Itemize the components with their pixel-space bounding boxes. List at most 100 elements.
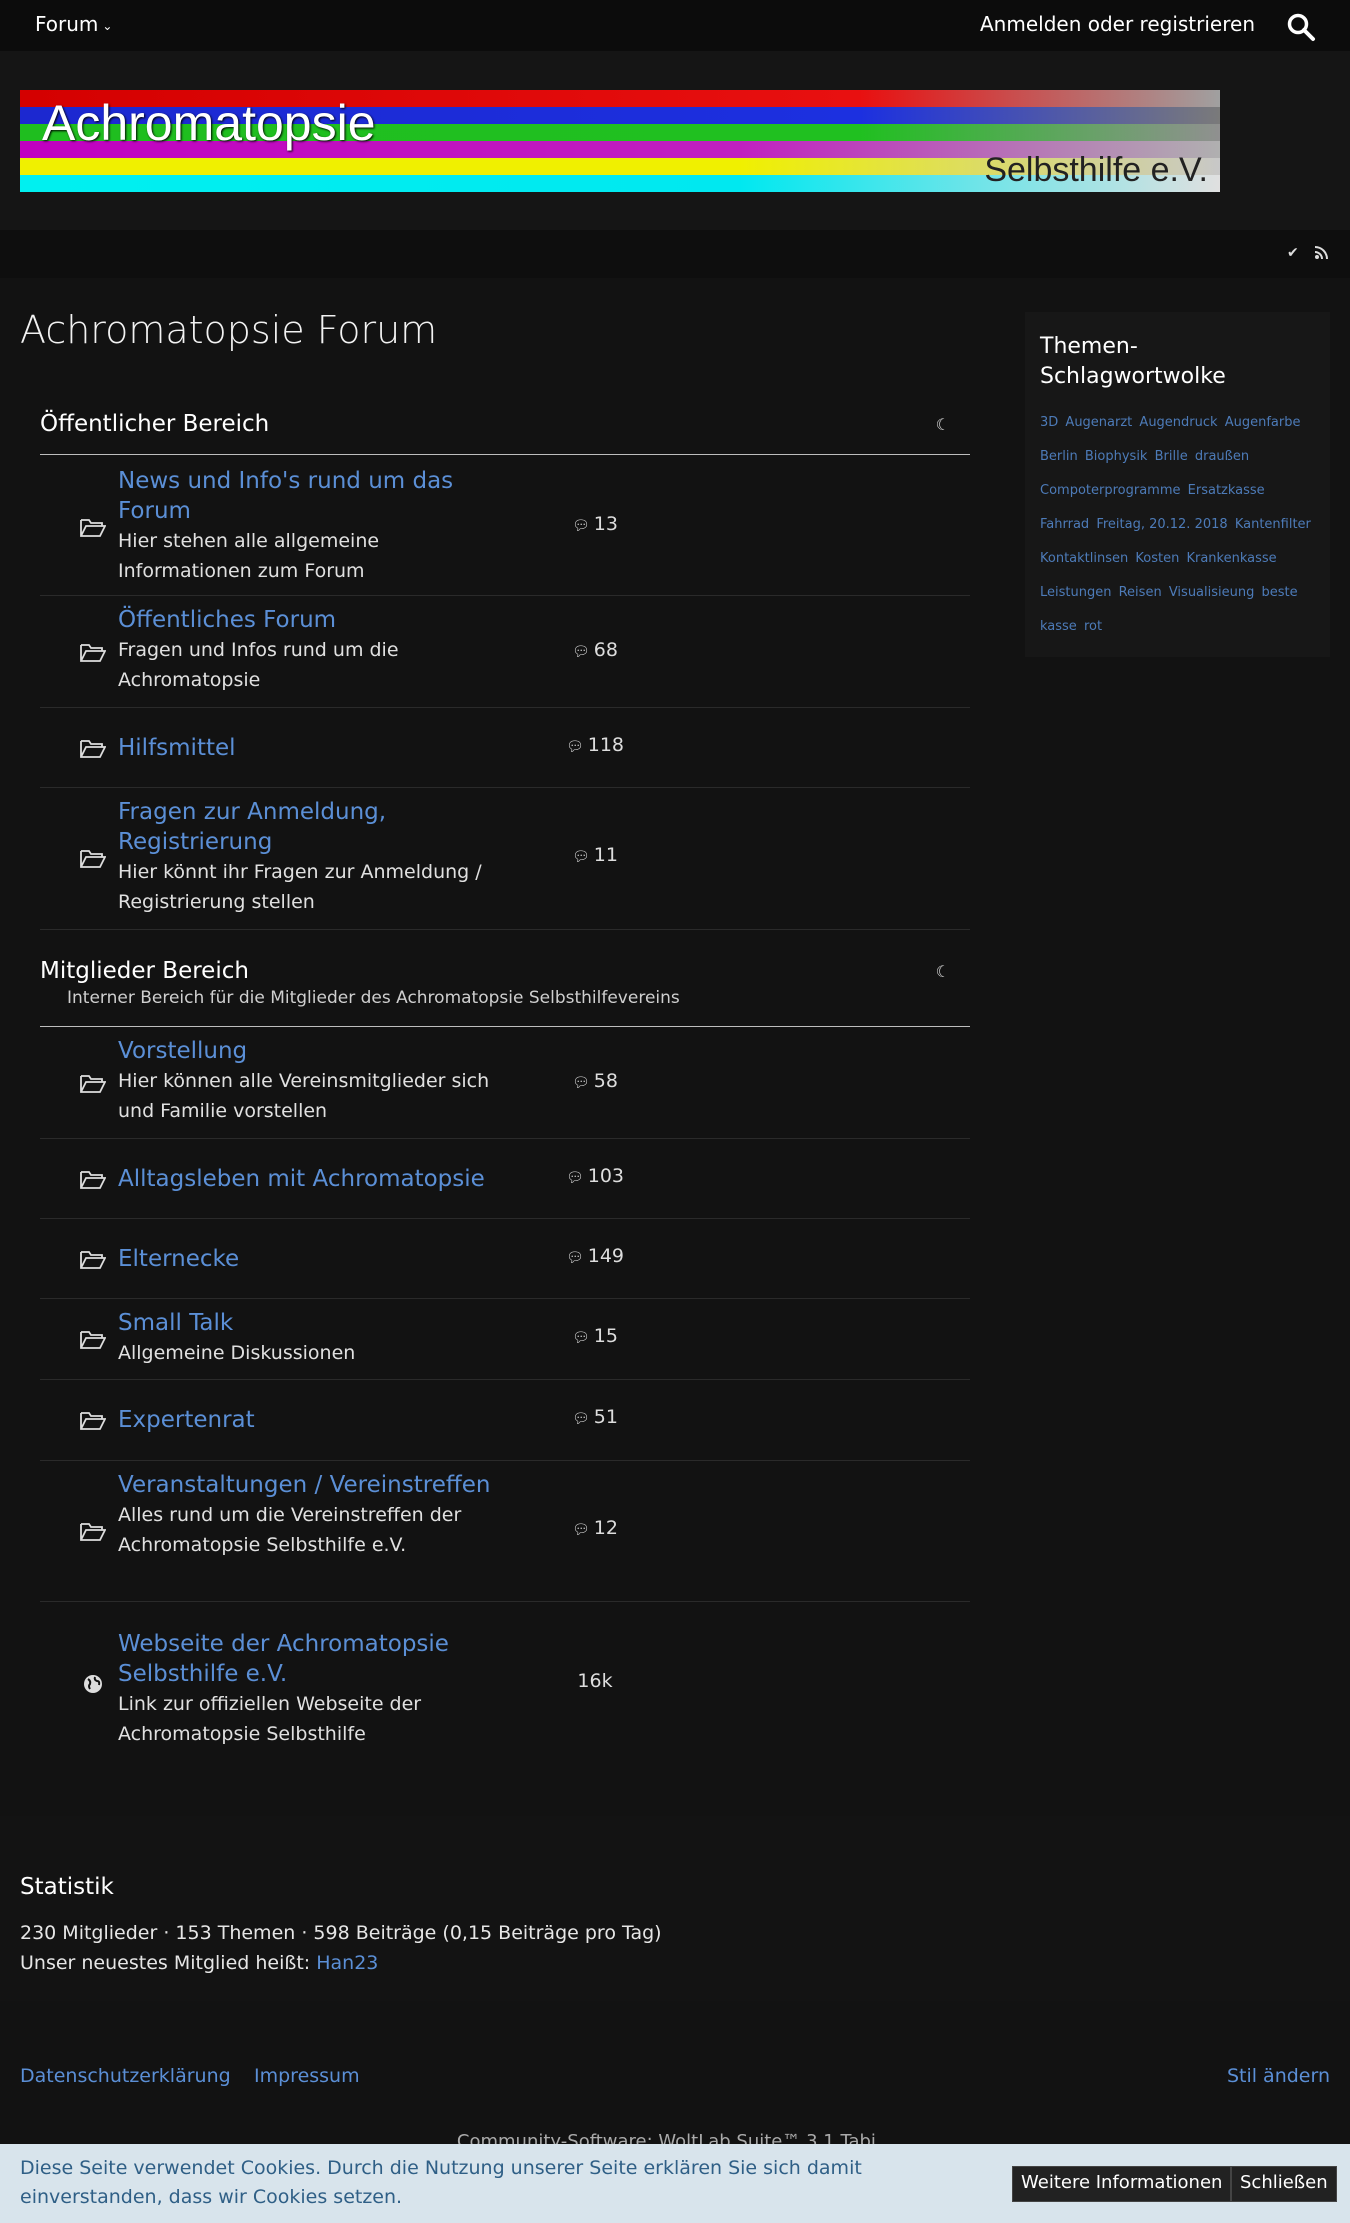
board-row: Vorstellung Hier können alle Vereinsmitg…: [40, 1028, 970, 1139]
thread-count: 💬︎ 58: [572, 1070, 618, 1092]
board-row: Öffentliches Forum Fragen und Infos rund…: [40, 597, 970, 708]
board-row: Small Talk Allgemeine Diskussionen 💬︎ 15: [40, 1300, 970, 1380]
thread-count: 💬︎ 13: [572, 513, 618, 535]
page-title: Achromatopsie Forum: [20, 308, 438, 352]
board-title-link[interactable]: Expertenrat: [118, 1405, 498, 1435]
tag-link[interactable]: Freitag, 20.12. 2018: [1096, 517, 1227, 532]
board-description: Hier könnt ihr Fragen zur Anmeldung / Re…: [118, 861, 482, 913]
board-row: Fragen zur Anmeldung, Registrierung Hier…: [40, 789, 970, 930]
globe-icon: [84, 1675, 102, 1693]
speech-bubble-icon: 💬︎: [572, 1522, 590, 1538]
tag-cloud-title: Themen-Schlagwortwolke: [1040, 334, 1226, 389]
newest-member-link[interactable]: Han23: [316, 1952, 378, 1974]
folder-icon: [80, 519, 106, 537]
tag-link[interactable]: Ersatzkasse: [1188, 483, 1265, 498]
tag-link[interactable]: rot: [1084, 619, 1102, 634]
tag-link[interactable]: Compoterprogramme: [1040, 483, 1181, 498]
speech-bubble-icon: 💬︎: [572, 518, 590, 534]
chevron-down-icon: ⌄: [102, 18, 113, 33]
tag-link[interactable]: Berlin: [1040, 449, 1078, 464]
board-title-link[interactable]: Webseite der Achromatopsie Selbsthilfe e…: [118, 1629, 498, 1689]
board-row: Hilfsmittel 💬︎ 118: [40, 709, 970, 788]
tag-link[interactable]: Krankenkasse: [1186, 551, 1276, 566]
tag-link[interactable]: 3D: [1040, 415, 1058, 430]
tag-link[interactable]: Brille: [1155, 449, 1188, 464]
site-logo[interactable]: Achromatopsie Selbsthilfe e.V.: [20, 90, 1220, 192]
speech-bubble-icon: 💬︎: [572, 644, 590, 660]
board-title-link[interactable]: Vorstellung: [118, 1036, 498, 1066]
tag-cloud-box: Themen-Schlagwortwolke 3D Augenarzt Auge…: [1025, 312, 1330, 657]
board-title-link[interactable]: Elternecke: [118, 1244, 498, 1274]
board-title-link[interactable]: Öffentliches Forum: [118, 605, 498, 635]
category-title[interactable]: Öffentlicher Bereich: [40, 411, 970, 437]
board-title-link[interactable]: Alltagsleben mit Achromatopsie: [118, 1164, 498, 1194]
thread-count: 💬︎ 149: [565, 1245, 625, 1267]
tag-link[interactable]: draußen: [1195, 449, 1249, 464]
tag-link[interactable]: Biophysik: [1085, 449, 1148, 464]
newest-member-line: Unser neuestes Mitglied heißt: Han23: [20, 1952, 378, 1974]
category-title[interactable]: Mitglieder Bereich: [40, 958, 970, 984]
tag-link[interactable]: Kantenfilter: [1235, 517, 1311, 532]
board-description: Hier können alle Vereinsmitglieder sich …: [118, 1070, 490, 1122]
speech-bubble-icon: 💬︎: [572, 1330, 590, 1346]
thread-count: 💬︎ 12: [572, 1517, 618, 1539]
tag-cloud: 3D Augenarzt Augendruck Augenfarbe Berli…: [1040, 406, 1315, 644]
cookie-notice: Diese Seite verwendet Cookies. Durch die…: [0, 2144, 1350, 2223]
thread-count: 💬︎ 68: [572, 639, 618, 661]
newest-member-label: Unser neuestes Mitglied heißt:: [20, 1952, 311, 1974]
speech-bubble-icon: 💬︎: [572, 1411, 590, 1427]
speech-bubble-icon: 💬︎: [572, 1075, 590, 1091]
close-cookie-button[interactable]: Schließen: [1231, 2166, 1337, 2202]
more-info-button[interactable]: Weitere Informationen: [1012, 2166, 1232, 2202]
board-row: Alltagsleben mit Achromatopsie 💬︎ 103: [40, 1140, 970, 1219]
thread-count: 💬︎ 103: [565, 1165, 625, 1187]
tag-link[interactable]: Augenfarbe: [1225, 415, 1301, 430]
mark-all-read-icon[interactable]: ✔: [1287, 245, 1299, 261]
board-row: News und Info's rund um das Forum Hier s…: [40, 456, 970, 596]
thread-count: 💬︎ 15: [572, 1325, 618, 1347]
login-register-link[interactable]: Anmelden oder registrieren: [980, 12, 1255, 36]
statistics-heading: Statistik: [20, 1874, 114, 1900]
forum-menu-label: Forum: [35, 12, 99, 36]
tag-link[interactable]: Visualisieung: [1169, 585, 1255, 600]
banner-subtitle: Selbsthilfe e.V.: [984, 151, 1208, 189]
board-title-link[interactable]: Hilfsmittel: [118, 733, 498, 763]
board-row: Expertenrat 💬︎ 51: [40, 1381, 970, 1461]
banner-title: Achromatopsie: [42, 95, 376, 151]
board-row: Webseite der Achromatopsie Selbsthilfe e…: [40, 1603, 970, 1765]
board-title-link[interactable]: Fragen zur Anmeldung, Registrierung: [118, 797, 498, 857]
privacy-policy-link[interactable]: Datenschutzerklärung: [20, 2065, 231, 2087]
folder-icon: [80, 1251, 106, 1269]
folder-icon: [80, 644, 106, 662]
thread-count: 💬︎ 51: [572, 1406, 618, 1428]
board-description: Hier stehen alle allgemeine Informatione…: [118, 530, 380, 582]
tag-link[interactable]: Augendruck: [1139, 415, 1217, 430]
tag-link[interactable]: Kosten: [1135, 551, 1179, 566]
forum-menu[interactable]: Forum ⌄: [35, 12, 112, 36]
board-title-link[interactable]: Small Talk: [118, 1308, 498, 1338]
tag-link[interactable]: Reisen: [1119, 585, 1162, 600]
folder-icon: [80, 740, 106, 758]
board-description: Alles rund um die Vereinstreffen der Ach…: [118, 1504, 462, 1556]
folder-icon: [80, 1412, 106, 1430]
folder-icon: [80, 1331, 106, 1349]
board-title-link[interactable]: Veranstaltungen / Vereinstreffen: [118, 1470, 498, 1500]
board-description: Fragen und Infos rund um die Achromatops…: [118, 639, 399, 691]
collapse-moon-icon[interactable]: ☾: [936, 415, 950, 434]
tag-link[interactable]: Augenarzt: [1065, 415, 1132, 430]
category-description: Interner Bereich für die Mitglieder des …: [67, 988, 680, 1008]
statistics-summary: 230 Mitglieder · 153 Themen · 598 Beiträ…: [20, 1922, 662, 1944]
change-style-link[interactable]: Stil ändern: [1227, 2065, 1330, 2087]
tag-link[interactable]: Leistungen: [1040, 585, 1111, 600]
rss-feed-icon[interactable]: [1314, 246, 1328, 260]
search-icon[interactable]: [1286, 12, 1316, 42]
board-title-link[interactable]: News und Info's rund um das Forum: [118, 466, 498, 526]
speech-bubble-icon: 💬︎: [565, 1250, 584, 1266]
board-description: Link zur offiziellen Webseite der Achrom…: [118, 1693, 422, 1745]
tag-link[interactable]: Kontaktlinsen: [1040, 551, 1128, 566]
speech-bubble-icon: 💬︎: [565, 739, 584, 755]
board-row: Elternecke 💬︎ 149: [40, 1220, 970, 1299]
tag-link[interactable]: Fahrrad: [1040, 517, 1089, 532]
collapse-moon-icon[interactable]: ☾: [936, 962, 950, 981]
imprint-link[interactable]: Impressum: [254, 2065, 360, 2087]
